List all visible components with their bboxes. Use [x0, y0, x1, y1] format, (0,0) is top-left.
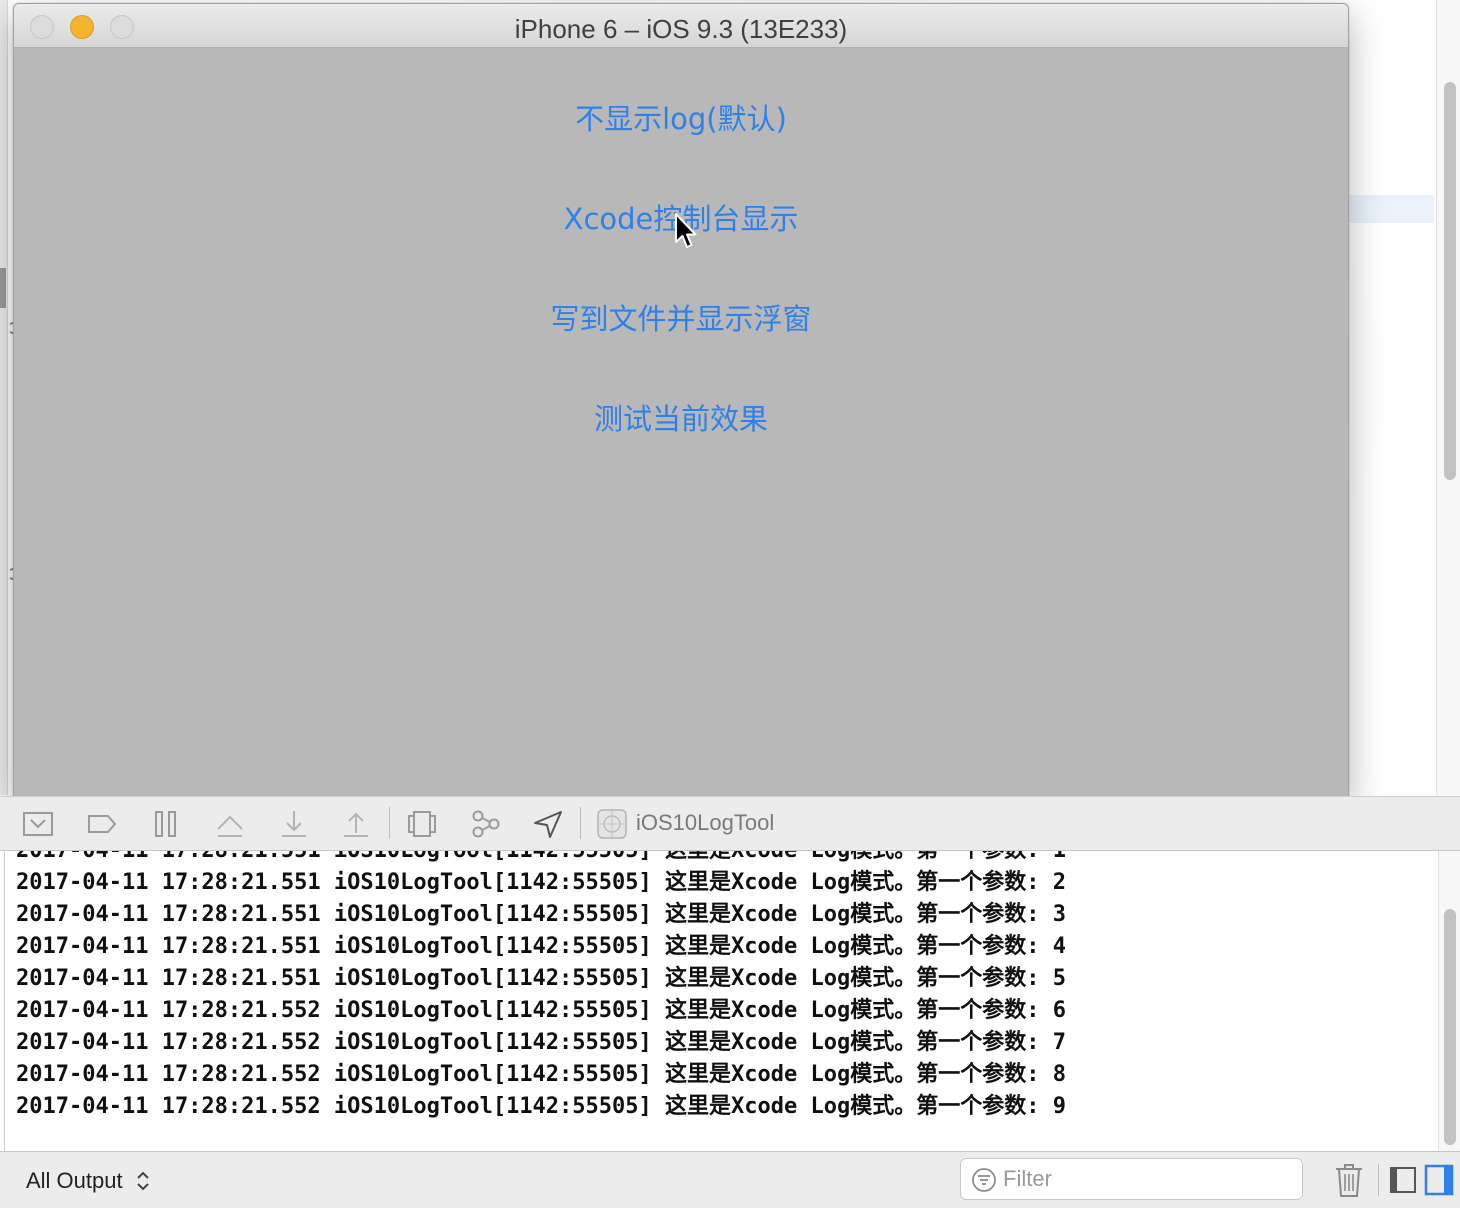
memory-graph-icon[interactable]	[470, 809, 502, 839]
no-log-button[interactable]: 不显示log(默认)	[14, 99, 1348, 139]
process-name-label[interactable]: iOS10LogTool	[636, 810, 774, 836]
step-into-icon[interactable]	[278, 809, 310, 839]
output-select[interactable]: All Output	[26, 1168, 123, 1194]
show-variables-view-icon[interactable]	[1389, 1166, 1417, 1194]
test-effect-button[interactable]: 测试当前效果	[14, 399, 1348, 439]
simulator-title-bar[interactable]: iPhone 6 – iOS 9.3 (13E233)	[14, 4, 1348, 48]
breakpoints-toggle-icon[interactable]	[86, 809, 118, 839]
step-out-icon[interactable]	[340, 809, 372, 839]
step-over-icon[interactable]	[214, 809, 246, 839]
trash-icon[interactable]	[1334, 1162, 1364, 1198]
filter-input[interactable]	[1003, 1165, 1293, 1193]
simulator-window: iPhone 6 – iOS 9.3 (13E233) 不显示log(默认) X…	[13, 3, 1349, 799]
console-log-line: 2017-04-11 17:28:21.551 iOS10LogTool[114…	[16, 851, 1066, 867]
editor-scrollbar-thumb[interactable]	[1444, 82, 1456, 480]
toolbar-separator	[389, 807, 390, 839]
bottom-bar-separator	[1378, 1164, 1379, 1196]
console-bottom-bar: All Output	[0, 1151, 1460, 1208]
console-log-line: 2017-04-11 17:28:21.551 iOS10LogTool[114…	[16, 934, 1066, 959]
hide-debug-area-icon[interactable]	[22, 809, 54, 839]
window-title: iPhone 6 – iOS 9.3 (13E233)	[514, 14, 848, 44]
console-lines: 2017-04-11 17:28:21.551 iOS10LogTool[114…	[16, 851, 1066, 1123]
debug-toolbar: iOS10LogTool	[0, 796, 1460, 851]
show-console-view-icon[interactable]	[1424, 1164, 1454, 1196]
console-log-line: 2017-04-11 17:28:21.552 iOS10LogTool[114…	[16, 1030, 1066, 1055]
simulate-location-icon[interactable]	[532, 809, 564, 839]
console-log-line: 2017-04-11 17:28:21.551 iOS10LogTool[114…	[16, 966, 1066, 991]
mouse-cursor-icon	[675, 213, 697, 248]
console-log-line: 2017-04-11 17:28:21.551 iOS10LogTool[114…	[16, 902, 1066, 927]
chevron-up-down-icon[interactable]	[136, 1170, 150, 1192]
console-log-line: 2017-04-11 17:28:21.552 iOS10LogTool[114…	[16, 1094, 1066, 1119]
filter-icon	[972, 1168, 996, 1192]
console-log-line: 2017-04-11 17:28:21.552 iOS10LogTool[114…	[16, 1062, 1066, 1087]
console-scrollbar-thumb[interactable]	[1444, 909, 1456, 1145]
toolbar-separator	[580, 807, 581, 839]
app-target-icon	[597, 809, 627, 839]
filter-field[interactable]	[960, 1158, 1303, 1200]
simulator-screen: 不显示log(默认) Xcode控制台显示 写到文件并显示浮窗 测试当前效果	[14, 49, 1348, 798]
view-hierarchy-icon[interactable]	[406, 809, 438, 839]
console-left-border	[4, 851, 5, 1151]
console-output[interactable]: 2017-04-11 17:28:21.551 iOS10LogTool[114…	[0, 851, 1460, 1151]
pause-icon[interactable]	[150, 809, 182, 839]
console-log-line: 2017-04-11 17:28:21.552 iOS10LogTool[114…	[16, 998, 1066, 1023]
console-log-line: 2017-04-11 17:28:21.551 iOS10LogTool[114…	[16, 870, 1066, 895]
write-file-float-window-button[interactable]: 写到文件并显示浮窗	[14, 299, 1348, 339]
